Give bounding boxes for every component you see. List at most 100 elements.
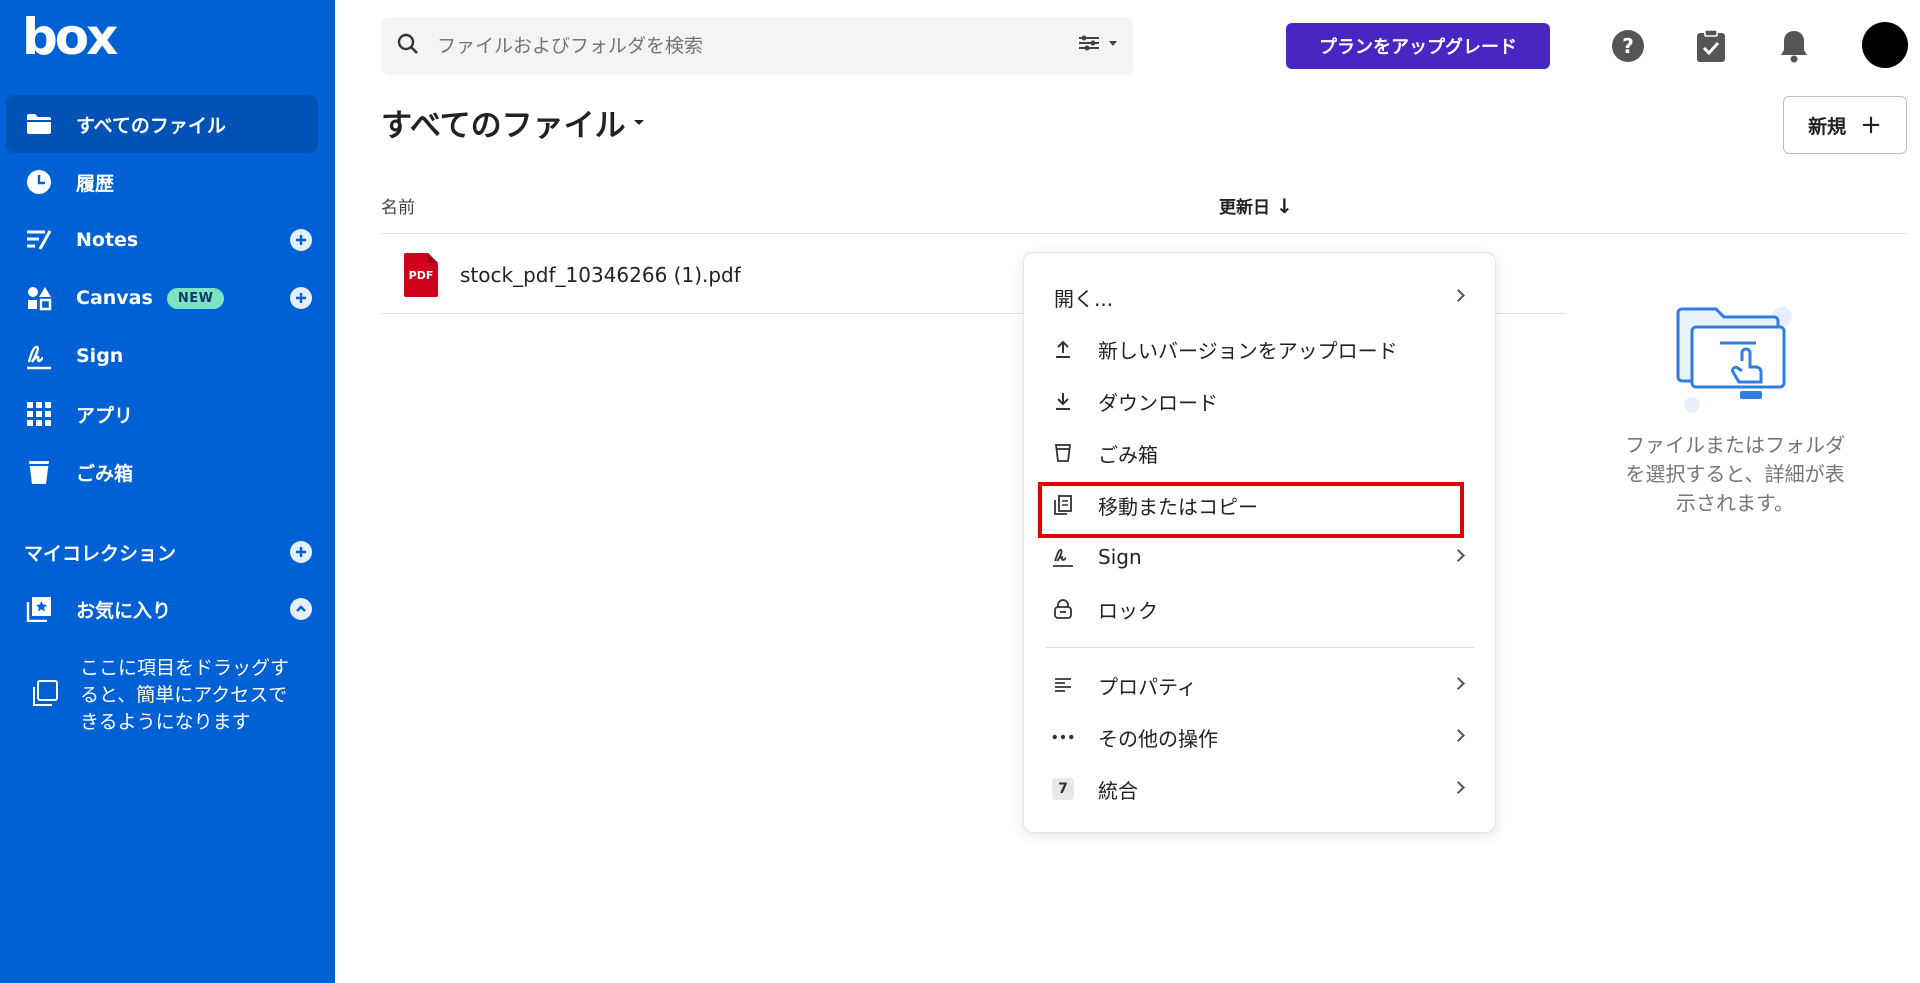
sidebar-nav: すべてのファイル 履歴 Notes Canvas NEW Sign アプリ ごみ…	[6, 95, 318, 501]
menu-item-lock[interactable]: ロック	[1024, 583, 1497, 635]
search-filter-button[interactable]	[1078, 35, 1117, 51]
sidebar-item-label: アプリ	[76, 404, 134, 427]
sidebar-item-label: Notes	[76, 229, 139, 251]
menu-item-label: ロック	[1098, 598, 1158, 623]
my-collections-header: マイコレクション	[24, 537, 312, 567]
collapse-favorites-button[interactable]	[290, 598, 312, 620]
add-note-button[interactable]	[290, 229, 312, 251]
favorites-icon	[24, 594, 54, 624]
notification-bell-icon[interactable]	[1774, 26, 1814, 66]
upload-icon	[1052, 338, 1074, 360]
chevron-right-icon	[1452, 729, 1465, 742]
integration-count-badge: 7	[1052, 778, 1074, 800]
apps-grid-icon	[24, 399, 54, 429]
menu-item-integrations[interactable]: 7 統合	[1024, 763, 1497, 815]
column-header-modified[interactable]: 更新日 ↓	[1219, 193, 1293, 219]
highlight-box	[1038, 482, 1464, 538]
header-divider	[381, 233, 1907, 234]
sidebar-item-canvas[interactable]: Canvas NEW	[6, 269, 318, 327]
folder-select-illustration-icon	[1670, 307, 1800, 419]
menu-item-download[interactable]: ダウンロード	[1024, 375, 1497, 427]
sidebar-item-label: すべてのファイル	[76, 114, 226, 137]
column-header-modified-label: 更新日	[1219, 198, 1270, 218]
trash-icon	[1052, 442, 1074, 464]
new-button[interactable]: 新規 +	[1783, 96, 1907, 154]
avatar[interactable]	[1862, 22, 1908, 68]
file-name[interactable]: stock_pdf_10346266 (1).pdf	[460, 263, 741, 287]
menu-item-label: 統合	[1098, 778, 1138, 803]
my-collections-title: マイコレクション	[24, 542, 177, 565]
upgrade-plan-button[interactable]: プランをアップグレード	[1286, 23, 1550, 69]
menu-item-label: 新しいバージョンをアップロード	[1098, 338, 1398, 363]
properties-icon	[1052, 674, 1074, 696]
search-bar[interactable]	[381, 17, 1133, 75]
menu-item-trash[interactable]: ごみ箱	[1024, 427, 1497, 479]
clock-icon	[24, 167, 54, 197]
plus-icon: +	[1860, 110, 1882, 140]
folder-icon	[24, 109, 54, 139]
tasks-icon[interactable]	[1691, 26, 1731, 66]
menu-item-properties[interactable]: プロパティ	[1024, 659, 1497, 711]
sidebar: box すべてのファイル 履歴 Notes Canvas NEW Sign アプ…	[0, 0, 335, 983]
lock-icon	[1052, 598, 1074, 620]
sidebar-item-label: お気に入り	[76, 599, 172, 622]
signature-icon	[1052, 546, 1074, 568]
chevron-down-icon	[633, 120, 644, 125]
chevron-right-icon	[1452, 781, 1465, 794]
pdf-file-icon: PDF	[404, 252, 438, 297]
page-title[interactable]: すべてのファイル	[381, 100, 644, 145]
sidebar-item-notes[interactable]: Notes	[6, 211, 318, 269]
column-header-name[interactable]: 名前	[381, 193, 415, 218]
menu-item-sign[interactable]: Sign	[1024, 531, 1497, 583]
pdf-icon-label: PDF	[408, 268, 434, 282]
chevron-down-icon	[1109, 40, 1117, 46]
copy-icon	[30, 679, 60, 713]
menu-item-label: Sign	[1098, 545, 1142, 569]
menu-item-label: ごみ箱	[1098, 442, 1158, 467]
new-badge: NEW	[166, 287, 225, 309]
sidebar-item-all-files[interactable]: すべてのファイル	[6, 95, 318, 153]
sidebar-item-sign[interactable]: Sign	[6, 327, 318, 385]
search-input[interactable]	[437, 35, 1037, 57]
download-icon	[1052, 390, 1074, 412]
sidebar-item-label: Canvas	[76, 287, 153, 309]
sidebar-item-favorites[interactable]: お気に入り	[6, 580, 318, 638]
box-logo[interactable]: box	[22, 12, 118, 62]
notes-icon	[24, 225, 54, 255]
sidebar-item-apps[interactable]: アプリ	[6, 385, 318, 443]
sort-arrow-icon: ↓	[1276, 193, 1293, 218]
canvas-icon	[24, 283, 54, 313]
details-empty-text: ファイルまたはフォルダを選択すると、詳細が表示されます。	[1625, 433, 1845, 515]
trash-icon	[24, 457, 54, 487]
integration-badge-icon: 7	[1052, 778, 1074, 800]
menu-divider	[1046, 647, 1474, 648]
add-collection-button[interactable]	[290, 541, 312, 563]
help-icon[interactable]: ?	[1608, 26, 1648, 66]
svg-text:?: ?	[1622, 34, 1634, 58]
sidebar-item-trash[interactable]: ごみ箱	[6, 443, 318, 501]
more-icon	[1052, 726, 1074, 748]
details-panel: ファイルまたはフォルダを選択すると、詳細が表示されます。	[1620, 295, 1850, 518]
menu-item-label: その他の操作	[1098, 726, 1218, 751]
menu-item-label: プロパティ	[1098, 674, 1197, 699]
drop-hint-text: ここに項目をドラッグすると、簡単にアクセスできるようになります	[80, 657, 290, 733]
page-title-text: すべてのファイル	[381, 108, 626, 144]
menu-item-upload-new-version[interactable]: 新しいバージョンをアップロード	[1024, 323, 1497, 375]
sidebar-item-label: ごみ箱	[76, 462, 134, 485]
menu-item-more-actions[interactable]: その他の操作	[1024, 711, 1497, 763]
menu-item-open[interactable]: 開く...	[1024, 271, 1497, 323]
menu-item-label: 開く...	[1054, 286, 1114, 311]
sidebar-item-label: Sign	[76, 345, 124, 367]
new-button-label: 新規	[1808, 115, 1847, 138]
search-icon	[397, 33, 419, 59]
favorites-drop-zone[interactable]: ここに項目をドラッグすると、簡単にアクセスできるようになります	[30, 655, 310, 736]
signature-icon	[24, 341, 54, 371]
add-canvas-button[interactable]	[290, 287, 312, 309]
chevron-right-icon	[1452, 289, 1465, 302]
chevron-right-icon	[1452, 549, 1465, 562]
sidebar-item-history[interactable]: 履歴	[6, 153, 318, 211]
favorites-section: お気に入り	[6, 580, 318, 638]
menu-item-label: ダウンロード	[1098, 390, 1218, 415]
context-menu: 開く... 新しいバージョンをアップロード ダウンロード ごみ箱 移動またはコピ…	[1023, 252, 1496, 833]
chevron-right-icon	[1452, 677, 1465, 690]
